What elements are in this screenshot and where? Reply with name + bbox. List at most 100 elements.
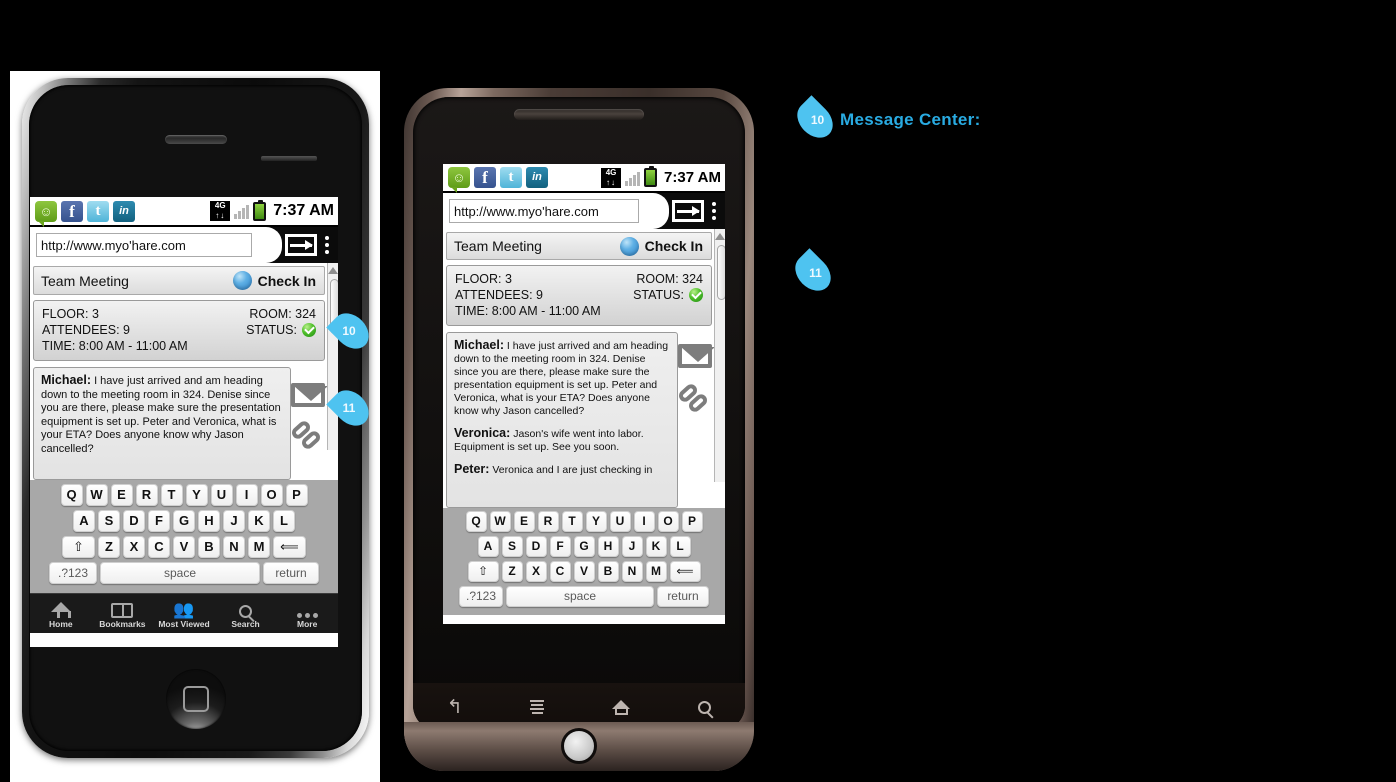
key-j[interactable]: J: [621, 536, 643, 557]
key-o[interactable]: O: [657, 511, 679, 532]
key-u[interactable]: U: [210, 484, 233, 506]
key-v[interactable]: V: [173, 536, 195, 558]
mail-icon[interactable]: [291, 383, 328, 407]
key-p[interactable]: P: [681, 511, 703, 532]
key-o[interactable]: O: [260, 484, 283, 506]
home-icon[interactable]: [611, 699, 631, 715]
twitter-icon[interactable]: t: [500, 167, 522, 188]
key-r[interactable]: R: [135, 484, 158, 506]
key-return[interactable]: return: [263, 562, 319, 584]
link-icon[interactable]: [289, 418, 325, 452]
check-in-button[interactable]: Check In: [619, 236, 703, 256]
key-shift[interactable]: ⇧: [62, 536, 95, 558]
key-h[interactable]: H: [597, 536, 619, 557]
go-arrow-icon[interactable]: [285, 234, 317, 256]
tab-search[interactable]: Search: [215, 594, 277, 633]
key-f[interactable]: F: [148, 510, 170, 532]
key-y[interactable]: Y: [185, 484, 208, 506]
key-u[interactable]: U: [609, 511, 631, 532]
scroll-up-arrow-icon[interactable]: [715, 233, 725, 240]
key-space[interactable]: space: [506, 586, 654, 607]
tab-home[interactable]: Home: [30, 594, 92, 633]
key-g[interactable]: G: [173, 510, 195, 532]
key-g[interactable]: G: [573, 536, 595, 557]
twitter-icon[interactable]: t: [87, 200, 109, 222]
key-space[interactable]: space: [100, 562, 260, 584]
iphone-power-button[interactable]: [261, 156, 317, 161]
sms-icon[interactable]: ☺: [448, 167, 470, 193]
key-t[interactable]: T: [561, 511, 583, 532]
key-w[interactable]: W: [489, 511, 511, 532]
key-numbers[interactable]: .?123: [459, 586, 503, 607]
link-icon[interactable]: [676, 381, 712, 415]
key-e[interactable]: E: [110, 484, 133, 506]
kebab-menu-icon[interactable]: [709, 202, 721, 220]
message-list[interactable]: Michael: I have just arrived and am head…: [446, 332, 678, 508]
scroll-up-arrow-icon[interactable]: [328, 267, 338, 274]
key-c[interactable]: C: [148, 536, 170, 558]
key-x[interactable]: X: [525, 561, 547, 582]
key-k[interactable]: K: [645, 536, 667, 557]
key-e[interactable]: E: [513, 511, 535, 532]
go-arrow-icon[interactable]: [672, 200, 704, 222]
key-l[interactable]: L: [273, 510, 295, 532]
key-c[interactable]: C: [549, 561, 571, 582]
android-keyboard[interactable]: Q W E R T Y U I O P A S D F G H J K L ⇧ …: [443, 508, 725, 615]
scrollbar-thumb[interactable]: [717, 245, 725, 300]
key-q[interactable]: Q: [465, 511, 487, 532]
key-a[interactable]: A: [73, 510, 95, 532]
menu-icon[interactable]: [530, 700, 545, 714]
key-k[interactable]: K: [248, 510, 270, 532]
key-q[interactable]: Q: [60, 484, 83, 506]
key-f[interactable]: F: [549, 536, 571, 557]
key-p[interactable]: P: [285, 484, 308, 506]
key-b[interactable]: B: [597, 561, 619, 582]
iphone-keyboard[interactable]: Q W E R T Y U I O P A S D F G H J K L ⇧ …: [30, 480, 338, 593]
key-w[interactable]: W: [85, 484, 108, 506]
key-n[interactable]: N: [621, 561, 643, 582]
tab-bookmarks[interactable]: Bookmarks: [92, 594, 154, 633]
tab-more[interactable]: More: [276, 594, 338, 633]
key-d[interactable]: D: [123, 510, 145, 532]
android-trackball-button[interactable]: [561, 728, 597, 764]
key-numbers[interactable]: .?123: [49, 562, 97, 584]
key-shift[interactable]: ⇧: [467, 561, 499, 582]
kebab-menu-icon[interactable]: [322, 236, 334, 254]
key-m[interactable]: M: [645, 561, 667, 582]
key-b[interactable]: B: [198, 536, 220, 558]
key-r[interactable]: R: [537, 511, 559, 532]
key-s[interactable]: S: [98, 510, 120, 532]
facebook-icon[interactable]: f: [474, 167, 496, 188]
tab-most-viewed[interactable]: 👥 Most Viewed: [153, 594, 215, 633]
iphone-home-button[interactable]: [165, 669, 226, 729]
url-input[interactable]: http://www.myo'hare.com: [449, 199, 639, 223]
key-z[interactable]: Z: [501, 561, 523, 582]
linkedin-icon[interactable]: in: [526, 167, 548, 188]
key-j[interactable]: J: [223, 510, 245, 532]
key-i[interactable]: I: [633, 511, 655, 532]
back-icon[interactable]: ↰: [447, 698, 463, 717]
mail-icon[interactable]: [678, 344, 715, 368]
search-icon[interactable]: [698, 700, 712, 714]
key-z[interactable]: Z: [98, 536, 120, 558]
key-backspace[interactable]: ⟸: [273, 536, 306, 558]
key-l[interactable]: L: [669, 536, 691, 557]
key-y[interactable]: Y: [585, 511, 607, 532]
page-scrollbar[interactable]: [714, 229, 725, 482]
facebook-icon[interactable]: f: [61, 200, 83, 222]
key-i[interactable]: I: [235, 484, 258, 506]
key-t[interactable]: T: [160, 484, 183, 506]
linkedin-icon[interactable]: in: [113, 200, 135, 222]
key-v[interactable]: V: [573, 561, 595, 582]
key-s[interactable]: S: [501, 536, 523, 557]
url-input[interactable]: http://www.myo'hare.com: [36, 233, 252, 257]
key-a[interactable]: A: [477, 536, 499, 557]
key-return[interactable]: return: [657, 586, 709, 607]
key-backspace[interactable]: ⟸: [669, 561, 701, 582]
key-h[interactable]: H: [198, 510, 220, 532]
message-list[interactable]: Michael: I have just arrived and am head…: [33, 367, 291, 480]
sms-icon[interactable]: ☺: [35, 200, 57, 227]
key-n[interactable]: N: [223, 536, 245, 558]
check-in-button[interactable]: Check In: [232, 271, 316, 290]
key-d[interactable]: D: [525, 536, 547, 557]
